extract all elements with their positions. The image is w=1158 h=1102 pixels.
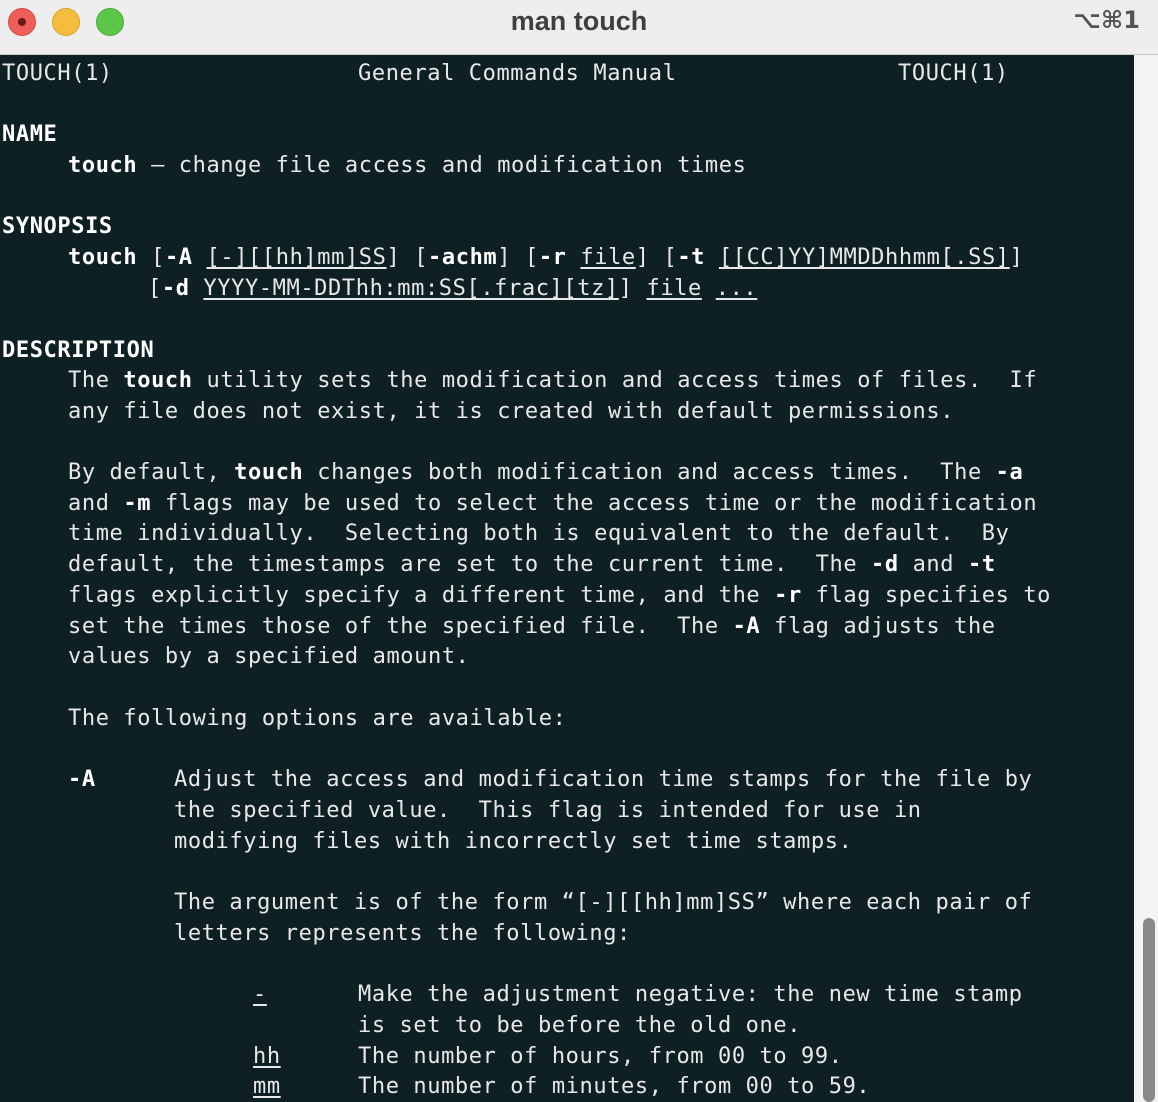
section-description-heading: DESCRIPTION <box>2 338 155 363</box>
section-synopsis-heading: SYNOPSIS <box>2 214 113 239</box>
synopsis-ellipsis: ... <box>715 276 758 301</box>
desc-p2-line-2: and -m flags may be used to select the a… <box>68 491 1038 516</box>
terminal-content[interactable]: TOUCH(1) General Commands Manual TOUCH(1… <box>0 55 1134 1102</box>
option-A-item-desc: Make the adjustment negative: the new ti… <box>358 982 1023 1007</box>
desc-p2-line-3: time individually. Selecting both is equ… <box>68 521 1010 546</box>
option-A-line-3: modifying files with incorrectly set tim… <box>174 829 853 854</box>
option-A-line-1: Adjust the access and modification time … <box>174 767 1033 792</box>
synopsis-arg-t: [[CC]YY]MMDDhhmm[.SS] <box>718 245 1010 270</box>
synopsis-arg-file: file <box>646 276 702 301</box>
synopsis-flag-A: -A <box>164 245 193 270</box>
option-A-item-desc: is set to be before the old one. <box>358 1013 802 1038</box>
synopsis-arg-A: [-][[hh]mm]SS <box>206 245 387 270</box>
name-cmd: touch <box>68 153 138 178</box>
option-A-item-key: mm <box>253 1074 281 1099</box>
synopsis-arg-r: file <box>580 245 636 270</box>
option-A-item-desc: The number of hours, from 00 to 99. <box>358 1044 843 1069</box>
desc-p3: The following options are available: <box>68 706 567 731</box>
option-A-item-desc: The number of minutes, from 00 to 59. <box>358 1074 871 1099</box>
option-A-line-2: the specified value. This flag is intend… <box>174 798 922 823</box>
section-name-heading: NAME <box>2 122 58 147</box>
synopsis-flag-t: -t <box>677 245 706 270</box>
synopsis-arg-d: YYYY-MM-DDThh:mm:SS[.frac][tz] <box>203 276 619 301</box>
option-A-line-5: letters represents the following: <box>174 921 631 946</box>
desc-p2-line-7: values by a specified amount. <box>68 644 470 669</box>
synopsis-flags-achm: -achm <box>428 245 498 270</box>
name-desc: – change file access and modification ti… <box>137 153 747 178</box>
desc-p2-line-6: set the times those of the specified fil… <box>68 614 996 639</box>
synopsis-line-2: [-d YYYY-MM-DDThh:mm:SS[.frac][tz]] file… <box>148 276 758 301</box>
man-header-right: TOUCH(1) <box>898 61 1009 86</box>
desc-p2-line-1: By default, touch changes both modificat… <box>68 460 1024 485</box>
scrollbar-thumb[interactable] <box>1143 918 1155 1102</box>
synopsis-flag-d: -d <box>161 276 190 301</box>
window-title: man touch <box>510 6 648 36</box>
desc-p1-line-1: The touch utility sets the modification … <box>68 368 1038 393</box>
man-header-left: TOUCH(1) <box>2 61 113 86</box>
option-A-item-key: hh <box>253 1044 281 1069</box>
window-titlebar: man touch ⌥⌘1 <box>0 0 1158 55</box>
option-A-line-4: The argument is of the form “[-][[hh]mm]… <box>174 890 1033 915</box>
name-line: touch – change file access and modificat… <box>68 151 746 181</box>
synopsis-line-1: touch [-A [-][[hh]mm]SS] [-achm] [-r fil… <box>68 245 1024 270</box>
option-A-item-key: - <box>253 982 267 1007</box>
desc-p1-line-2: any file does not exist, it is created w… <box>68 399 955 424</box>
synopsis-flag-r: -r <box>538 245 567 270</box>
window-shortcut: ⌥⌘1 <box>1073 6 1140 34</box>
synopsis-cmd: touch <box>68 245 138 270</box>
desc-p2-line-5: flags explicitly specify a different tim… <box>68 583 1052 608</box>
option-A-flag: -A <box>68 767 96 792</box>
man-header-center: General Commands Manual <box>358 61 677 86</box>
desc-p2-line-4: default, the timestamps are set to the c… <box>68 552 996 577</box>
